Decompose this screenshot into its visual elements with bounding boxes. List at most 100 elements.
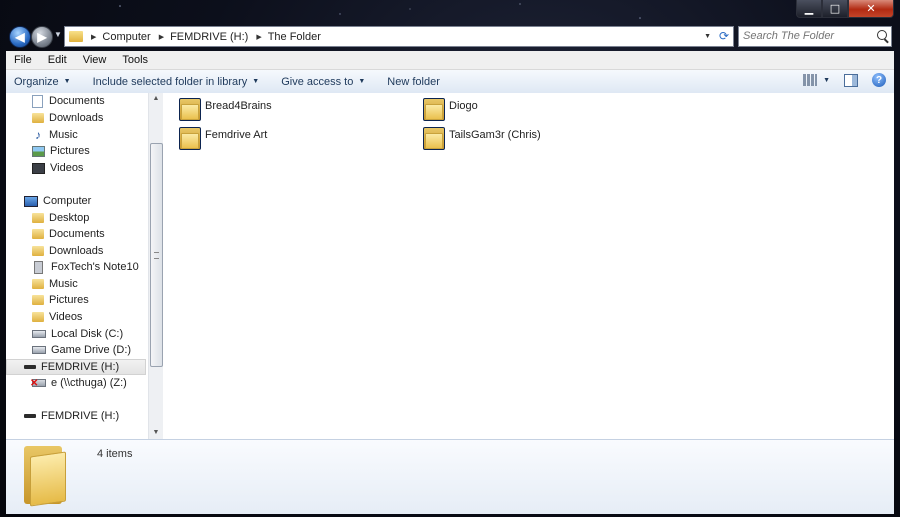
usb-drive-icon <box>24 365 36 369</box>
folder-icon <box>32 312 44 322</box>
search-icon[interactable] <box>877 30 887 40</box>
search-input[interactable] <box>739 27 867 44</box>
folder-icon <box>423 127 445 150</box>
document-icon <box>32 94 43 108</box>
include-in-library-button[interactable]: Include selected folder in library ▼ <box>82 76 271 88</box>
folder-icon <box>32 246 44 256</box>
menu-edit[interactable]: Edit <box>40 54 75 66</box>
menu-tools[interactable]: Tools <box>114 54 156 66</box>
menu-bar: File Edit View Tools <box>6 51 894 70</box>
nav-item-computer-videos[interactable]: Videos <box>32 309 82 325</box>
breadcrumb-computer[interactable]: Computer <box>102 31 150 43</box>
folder-name: TailsGam3r (Chris) <box>449 129 541 141</box>
help-icon[interactable]: ? <box>872 73 886 87</box>
address-dropdown-icon[interactable]: ▼ <box>704 27 711 46</box>
folder-item[interactable]: Diogo <box>423 96 478 121</box>
nav-item-label: Pictures <box>50 145 90 157</box>
nav-item-femdrive-root[interactable]: FEMDRIVE (H:) <box>24 408 119 424</box>
grip-icon <box>154 252 159 259</box>
nav-item-label: FEMDRIVE (H:) <box>41 361 120 373</box>
computer-icon <box>24 195 38 207</box>
hard-drive-icon <box>32 330 46 338</box>
back-button[interactable]: ◀ <box>9 26 31 48</box>
nav-item-label: Local Disk (C:) <box>51 328 124 340</box>
nav-item-label: Downloads <box>49 245 104 257</box>
recent-pages-dropdown[interactable]: ▼ <box>54 30 62 39</box>
refresh-icon[interactable]: ⟳ <box>719 27 729 46</box>
scrollbar-thumb[interactable] <box>150 143 163 367</box>
nav-item-label: FoxTech's Note10 <box>51 261 139 273</box>
network-drive-disconnected-icon <box>30 378 46 389</box>
close-button[interactable]: ✕ <box>848 0 894 18</box>
chevron-right-icon[interactable]: ▶ <box>159 33 164 41</box>
preview-pane-icon[interactable] <box>844 73 858 87</box>
minimize-button[interactable]: ▁ <box>796 0 822 18</box>
nav-item-label: Documents <box>49 228 105 240</box>
nav-item-phone[interactable]: FoxTech's Note10 <box>32 259 139 275</box>
forward-button[interactable]: ▶ <box>31 26 53 48</box>
nav-item-label: Game Drive (D:) <box>51 344 132 356</box>
view-options-dropdown-icon[interactable]: ▼ <box>823 77 830 84</box>
scroll-down-icon[interactable]: ▼ <box>149 427 163 439</box>
change-view-icon[interactable] <box>803 74 818 86</box>
folder-icon <box>179 98 201 121</box>
chevron-right-icon[interactable]: ▶ <box>256 33 261 41</box>
nav-item-downloads[interactable]: Downloads <box>32 110 103 126</box>
nav-item-videos[interactable]: Videos <box>32 160 83 176</box>
nav-item-label: Music <box>49 129 78 141</box>
nav-item-pictures[interactable]: Pictures <box>32 143 90 159</box>
chevron-right-icon[interactable]: ▶ <box>91 33 96 41</box>
folder-item[interactable]: TailsGam3r (Chris) <box>423 125 541 150</box>
address-bar[interactable]: ▶ Computer ▶ FEMDRIVE (H:) ▶ The Folder … <box>64 26 734 47</box>
folder-icon <box>423 98 445 121</box>
nav-item-computer-downloads[interactable]: Downloads <box>32 243 103 259</box>
nav-scrollbar[interactable]: ▲ ▼ <box>148 93 163 439</box>
breadcrumb-femdrive[interactable]: FEMDRIVE (H:) <box>170 31 248 43</box>
folder-icon <box>69 31 83 42</box>
phone-icon <box>34 260 43 274</box>
give-access-button[interactable]: Give access to ▼ <box>270 76 376 88</box>
back-arrow-icon: ◀ <box>15 30 25 44</box>
music-icon: ♪ <box>35 128 41 142</box>
folder-icon <box>179 127 201 150</box>
nav-item-label: Videos <box>50 162 84 174</box>
nav-item-local-disk[interactable]: Local Disk (C:) <box>32 326 123 342</box>
details-pane: 4 items <box>6 439 894 514</box>
chevron-down-icon: ▼ <box>252 78 260 85</box>
nav-item-desktop[interactable]: Desktop <box>32 210 89 226</box>
nav-item-computer-music[interactable]: Music <box>32 276 78 292</box>
maximize-button[interactable]: □ <box>822 0 848 18</box>
desktop-background <box>119 3 641 19</box>
organize-button[interactable]: Organize ▼ <box>6 76 82 88</box>
item-count: 4 items <box>97 448 133 460</box>
folder-name: Bread4Brains <box>205 100 272 112</box>
folder-name: Diogo <box>449 100 478 112</box>
folder-item[interactable]: Bread4Brains <box>179 96 272 121</box>
nav-item-label: Computer <box>43 195 92 207</box>
menu-file[interactable]: File <box>6 54 40 66</box>
forward-arrow-icon: ▶ <box>37 30 47 44</box>
new-folder-button[interactable]: New folder <box>376 76 451 88</box>
command-bar-right: ▼ ? <box>803 73 886 87</box>
command-bar: Organize ▼ Include selected folder in lib… <box>6 70 894 94</box>
nav-item-label: Documents <box>49 95 105 107</box>
nav-item-femdrive[interactable]: FEMDRIVE (H:) <box>6 359 146 375</box>
usb-drive-icon <box>24 414 36 418</box>
scroll-up-icon[interactable]: ▲ <box>149 93 163 105</box>
nav-item-label: Desktop <box>49 212 90 224</box>
nav-item-computer[interactable]: Computer <box>24 193 91 209</box>
menu-view[interactable]: View <box>75 54 115 66</box>
nav-item-game-drive[interactable]: Game Drive (D:) <box>32 342 131 358</box>
nav-item-network-drive[interactable]: e (\\cthuga) (Z:) <box>30 375 127 391</box>
folder-item[interactable]: Femdrive Art <box>179 125 267 150</box>
breadcrumb-the-folder[interactable]: The Folder <box>268 31 321 43</box>
new-folder-label: New folder <box>387 75 440 88</box>
hard-drive-icon <box>32 346 46 354</box>
nav-item-documents[interactable]: Documents <box>32 93 105 109</box>
organize-label: Organize <box>14 75 59 88</box>
folder-icon <box>32 213 44 223</box>
nav-item-music[interactable]: ♪ Music <box>32 127 78 143</box>
nav-item-computer-pictures[interactable]: Pictures <box>32 292 89 308</box>
nav-item-computer-documents[interactable]: Documents <box>32 226 105 242</box>
nav-item-label: Pictures <box>49 294 89 306</box>
